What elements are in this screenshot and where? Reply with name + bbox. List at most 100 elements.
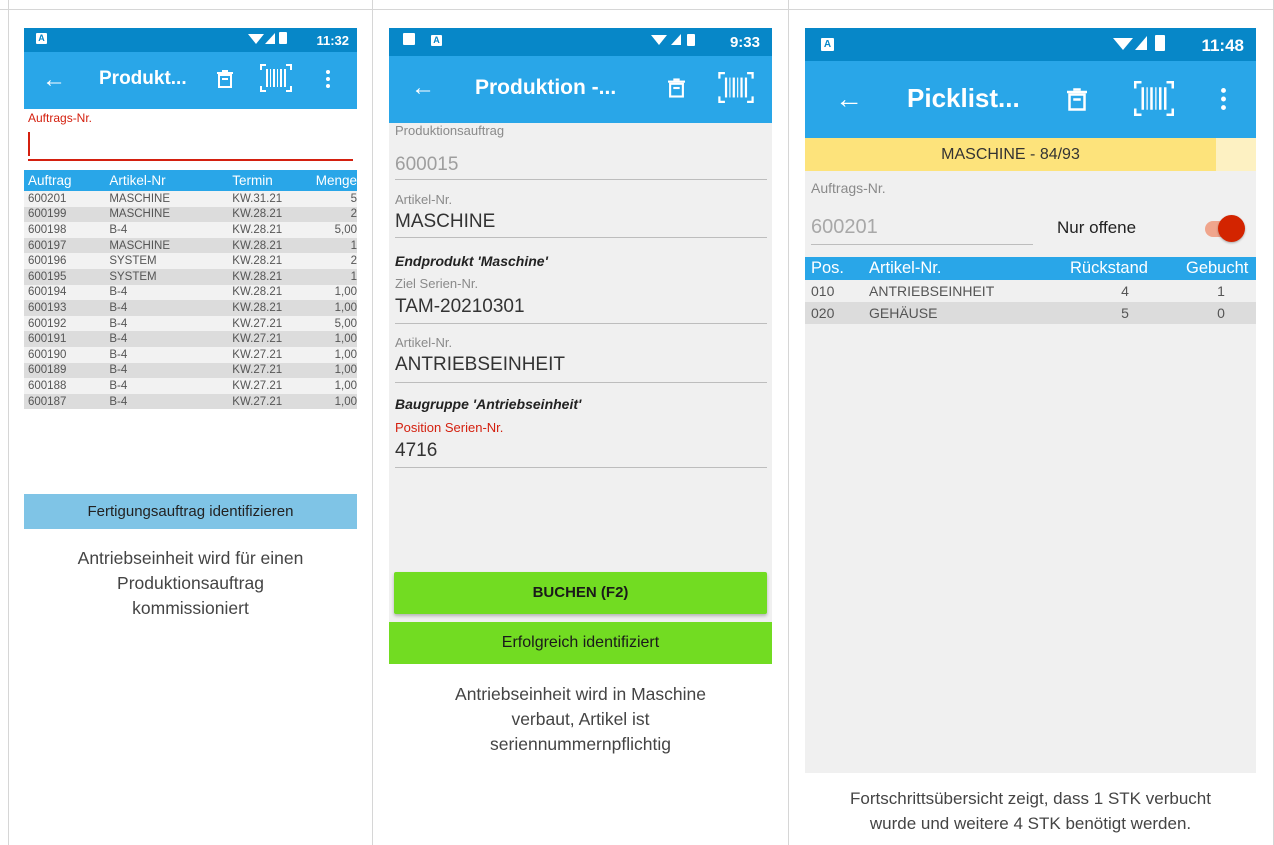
progress-banner-remainder: [1216, 138, 1256, 171]
toggle-thumb[interactable]: [1218, 215, 1245, 242]
table-cell: KW.28.21: [222, 206, 312, 223]
column-header: Menge: [311, 170, 357, 191]
table-header-row: Pos. Artikel-Nr. Rückstand Gebucht: [805, 257, 1256, 280]
field-label-ziel-serien-nr: Ziel Serien-Nr.: [395, 276, 479, 291]
table-cell: KW.28.21: [222, 300, 312, 316]
wifi-icon: [1113, 38, 1133, 50]
table-cell: KW.27.21: [222, 346, 312, 363]
table-cell: B-4: [105, 222, 223, 238]
table-cell: ANTRIEBSEINHEIT: [869, 283, 995, 299]
table-cell: 1: [1217, 283, 1225, 299]
status-bar: A 11:32: [24, 28, 357, 52]
picklist-table: Pos. Artikel-Nr. Rückstand Gebucht 010 AN…: [805, 257, 1256, 324]
field-label-auftrags-nr: Auftrags-Nr.: [28, 111, 93, 125]
table-cell: MASCHINE: [105, 237, 223, 254]
table-cell: KW.31.21: [222, 191, 312, 207]
top-border: [0, 9, 1274, 10]
field-label-artikel-nr-2: Artikel-Nr.: [395, 335, 453, 350]
table-row[interactable]: 600201 MASCHINE KW.31.21 5: [24, 191, 357, 207]
status-banner: Erfolgreich identifiziert: [389, 622, 772, 664]
orders-table-container[interactable]: Auftrag Artikel-Nr Termin Menge 600201 MA…: [24, 170, 357, 477]
table-row[interactable]: 600199 MASCHINE KW.28.21 2: [24, 206, 357, 223]
table-row[interactable]: 010 ANTRIEBSEINHEIT 4 1: [805, 280, 1256, 302]
notification-icon: A: [431, 35, 442, 46]
ziel-serien-nr-value: TAM-20210301: [395, 296, 525, 317]
table-cell: 600193: [24, 300, 106, 316]
buchen-button[interactable]: BUCHEN (F2): [394, 572, 767, 614]
column-header: Artikel-Nr: [105, 170, 223, 191]
caption-line: verbaut, Artikel ist: [511, 709, 650, 729]
column-divider: [8, 0, 9, 845]
table-cell: 1,00: [311, 300, 357, 316]
more-vert-icon[interactable]: [326, 70, 330, 93]
field-underline: [395, 237, 767, 238]
table-row[interactable]: 600190 B-4 KW.27.21 1,00: [24, 346, 357, 363]
table-cell: 1,00: [311, 284, 357, 301]
artikel-nr-2-value: ANTRIEBSEINHEIT: [395, 354, 565, 375]
auftrags-nr-input[interactable]: [32, 130, 346, 158]
back-arrow-icon[interactable]: ←: [42, 66, 66, 94]
wifi-icon: [651, 35, 667, 45]
table-cell: 600188: [24, 378, 106, 394]
table-row[interactable]: 020 GEHÄUSE 5 0: [805, 302, 1256, 324]
field-label-artikel-nr: Artikel-Nr.: [395, 192, 453, 207]
sd-card-icon: [403, 33, 415, 45]
table-cell: B-4: [105, 284, 223, 301]
caption-line: Antriebseinheit wird in Maschine: [455, 684, 706, 704]
caption-2: Antriebseinheit wird in Maschine verbaut…: [389, 682, 772, 757]
column-header: Artikel-Nr.: [863, 257, 1062, 280]
notification-icon: A: [821, 38, 834, 51]
table-cell: MASCHINE: [105, 191, 223, 207]
trash-icon[interactable]: [217, 70, 233, 93]
trash-icon[interactable]: [1067, 88, 1087, 116]
caption-line: Fortschrittsübersicht zeigt, dass 1 STK …: [850, 789, 1211, 808]
back-arrow-icon[interactable]: ←: [835, 83, 863, 115]
phone-screen-pickliste: A 11:48 ← Picklist... MASCHINE - 84/93 A…: [805, 28, 1256, 773]
position-serien-nr-input[interactable]: [395, 438, 755, 464]
table-row[interactable]: 600197 MASCHINE KW.28.21 1: [24, 237, 357, 254]
signal-icon: [671, 34, 681, 45]
table-row[interactable]: 600189 B-4 KW.27.21 1,00: [24, 362, 357, 379]
table-cell: 2: [311, 206, 357, 223]
table-row[interactable]: 600187 B-4 KW.27.21 1,00: [24, 393, 357, 410]
caption-1: Antriebseinheit wird für einen Produktio…: [24, 546, 357, 621]
page-title: Picklist...: [907, 83, 1020, 113]
table-row[interactable]: 600191 B-4 KW.27.21 1,00: [24, 331, 357, 347]
trash-icon[interactable]: [668, 78, 685, 103]
field-label-position-serien-nr: Position Serien-Nr.: [395, 420, 504, 435]
barcode-scan-icon[interactable]: [260, 64, 292, 97]
table-cell: 5,00: [311, 222, 357, 238]
battery-icon: [687, 34, 695, 46]
table-cell: B-4: [105, 300, 223, 316]
status-time: 11:32: [316, 33, 349, 48]
nur-offene-toggle[interactable]: [1205, 215, 1245, 242]
table-row[interactable]: 600195 SYSTEM KW.28.21 1: [24, 268, 357, 285]
table-cell: KW.27.21: [222, 331, 312, 347]
caption-line: Antriebseinheit wird für einen: [77, 548, 304, 568]
table-cell: 1,00: [311, 362, 357, 379]
battery-icon: [1155, 35, 1165, 51]
field-underline: [395, 382, 767, 383]
barcode-scan-icon[interactable]: [1134, 81, 1174, 121]
signal-icon: [1135, 36, 1147, 50]
table-row[interactable]: 600196 SYSTEM KW.28.21 2: [24, 253, 357, 269]
table-row[interactable]: 600188 B-4 KW.27.21 1,00: [24, 378, 357, 394]
table-row[interactable]: 600193 B-4 KW.28.21 1,00: [24, 300, 357, 316]
column-header: Pos.: [805, 257, 863, 280]
table-row[interactable]: 600194 B-4 KW.28.21 1,00: [24, 284, 357, 301]
table-cell: 1,00: [311, 331, 357, 347]
barcode-scan-icon[interactable]: [718, 72, 754, 108]
more-vert-icon[interactable]: [1221, 88, 1226, 115]
table-row[interactable]: 600192 B-4 KW.27.21 5,00: [24, 315, 357, 332]
table-cell: GEHÄUSE: [863, 302, 1062, 324]
table-cell: 1: [311, 237, 357, 254]
table-cell: KW.28.21: [222, 253, 312, 269]
table-cell: 5: [1062, 302, 1180, 324]
app-bar: ← Produkt...: [24, 52, 357, 109]
table-row[interactable]: 600198 B-4 KW.28.21 5,00: [24, 222, 357, 238]
table-cell: 2: [311, 253, 357, 269]
table-cell: 600189: [24, 362, 106, 379]
table-cell: 600191: [24, 331, 106, 347]
column-divider: [788, 0, 789, 845]
back-arrow-icon[interactable]: ←: [411, 74, 435, 102]
